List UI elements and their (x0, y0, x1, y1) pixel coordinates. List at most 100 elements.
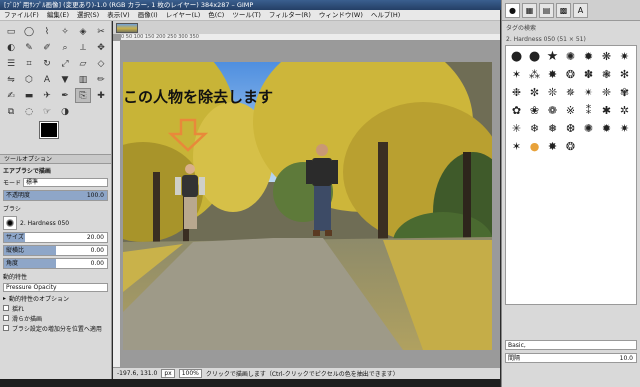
tab-tool-options[interactable]: ツールオプション (0, 154, 111, 164)
scale-tool-button[interactable]: ⤢ (57, 56, 73, 71)
image-tab-thumbnail[interactable] (116, 22, 138, 33)
smooth-checkbox-box[interactable] (3, 315, 9, 321)
ink-tool-button[interactable]: ✒ (57, 88, 73, 103)
rotate-tool-button[interactable]: ↻ (39, 56, 55, 71)
menu-item[interactable]: ファイル(F) (4, 10, 39, 20)
jitter-checkbox-box[interactable] (3, 305, 9, 311)
brush-preset[interactable]: ● (508, 48, 525, 65)
ellipse-select-tool-button[interactable]: ◯ (21, 24, 37, 39)
brush-preset[interactable]: ✾ (616, 84, 633, 101)
smooth-checkbox[interactable]: 滑らか描画 (0, 313, 111, 323)
angle-slider[interactable]: 角度 0.00 (3, 258, 108, 269)
shear-tool-button[interactable]: ▱ (75, 56, 91, 71)
tab-patterns[interactable]: ▦ (522, 2, 537, 18)
brush-preset[interactable]: ✹ (598, 120, 615, 137)
color-select-tool-button[interactable]: ◈ (75, 24, 91, 39)
incremental-checkbox-box[interactable] (3, 325, 9, 331)
jitter-checkbox[interactable]: 揺れ (0, 303, 111, 313)
cage-tool-button[interactable]: ⬡ (21, 72, 37, 87)
brush-preset[interactable]: ❁ (544, 102, 561, 119)
mode-select[interactable]: 標準 (23, 178, 108, 187)
brush-preset[interactable]: ❉ (508, 84, 525, 101)
foreground-select-tool-button[interactable]: ◐ (3, 40, 19, 55)
brush-preset[interactable]: ❅ (544, 120, 561, 137)
dynamics-select[interactable]: Pressure Opacity (3, 283, 108, 292)
brush-preset[interactable]: ✸ (544, 138, 561, 155)
brush-preset[interactable]: ❄ (526, 120, 543, 137)
eraser-tool-button[interactable]: ▬ (21, 88, 37, 103)
tab-gradients[interactable]: ▤ (539, 2, 554, 18)
tab-fonts[interactable]: A (573, 2, 588, 18)
flip-tool-button[interactable]: ⇋ (3, 72, 19, 87)
perspective-clone-tool-button[interactable]: ⧉ (3, 104, 19, 119)
brush-preset[interactable]: ✶ (508, 66, 525, 83)
unit-select[interactable]: px (161, 369, 175, 378)
perspective-tool-button[interactable]: ◇ (93, 56, 109, 71)
menu-item[interactable]: レイヤー(L) (166, 10, 201, 20)
move-tool-button[interactable]: ✥ (93, 40, 109, 55)
menu-item[interactable]: ウィンドウ(W) (319, 10, 363, 20)
brush-preset[interactable]: ✻ (616, 66, 633, 83)
brush-preset[interactable]: ★ (544, 48, 561, 65)
brush-preset[interactable]: ⁂ (526, 66, 543, 83)
tag-search-field[interactable]: タグの検索 (502, 21, 640, 34)
menu-item[interactable]: 選択(S) (77, 10, 99, 20)
measure-tool-button[interactable]: ⟂ (75, 40, 91, 55)
dodge-tool-button[interactable]: ◑ (57, 104, 73, 119)
foreground-color-swatch[interactable] (39, 121, 59, 139)
heal-tool-button[interactable]: ✚ (93, 88, 109, 103)
horizontal-ruler[interactable]: 0 50 100 150 200 250 300 350 (121, 34, 500, 41)
menu-item[interactable]: 表示(V) (107, 10, 130, 20)
menu-item[interactable]: 画像(I) (138, 10, 158, 20)
airbrush-tool-button[interactable]: ✈ (39, 88, 55, 103)
spacing-slider[interactable]: 間隔 10.0 (505, 353, 637, 363)
pencil-tool-button[interactable]: ✏ (93, 72, 109, 87)
bucket-fill-tool-button[interactable]: ▼ (57, 72, 73, 87)
crop-tool-button[interactable]: ⌗ (21, 56, 37, 71)
blend-tool-button[interactable]: ▥ (75, 72, 91, 87)
brush-preset[interactable]: ✹ (580, 48, 597, 65)
free-select-tool-button[interactable]: ⌇ (39, 24, 55, 39)
brush-preset[interactable]: ❆ (562, 120, 579, 137)
brush-preset[interactable]: ❋ (598, 48, 615, 65)
brush-preset[interactable]: ❃ (598, 66, 615, 83)
brush-preview[interactable] (3, 216, 17, 230)
size-slider[interactable]: サイズ 20.00 (3, 232, 108, 243)
aspect-slider[interactable]: 縦横比 0.00 (3, 245, 108, 256)
canvas-image[interactable]: この人物を除去します (123, 62, 492, 350)
align-tool-button[interactable]: ☰ (3, 56, 19, 71)
color-picker-tool-button[interactable]: ✐ (39, 40, 55, 55)
brush-preset[interactable]: ⁑ (580, 102, 597, 119)
scissors-tool-button[interactable]: ✂ (93, 24, 109, 39)
fuzzy-select-tool-button[interactable]: ✧ (57, 24, 73, 39)
brush-preset[interactable]: ✶ (508, 138, 525, 155)
brush-preset[interactable]: ❂ (562, 66, 579, 83)
brush-preset[interactable]: ✽ (580, 66, 597, 83)
brush-preset[interactable]: ✷ (616, 48, 633, 65)
blur-tool-button[interactable]: ◌ (21, 104, 37, 119)
zoom-select[interactable]: 100% (178, 369, 202, 378)
brush-preset[interactable]: ✴ (580, 84, 597, 101)
rect-select-tool-button[interactable]: ▭ (3, 24, 19, 39)
vertical-ruler[interactable] (113, 41, 121, 367)
brush-preset[interactable]: ● (526, 138, 543, 155)
menu-item[interactable]: フィルター(R) (269, 10, 311, 20)
paintbrush-tool-button[interactable]: ✍ (3, 88, 19, 103)
brush-preset[interactable]: ✸ (544, 66, 561, 83)
zoom-tool-button[interactable]: ⌕ (57, 40, 73, 55)
opacity-slider[interactable]: 不透明度 100.0 (3, 190, 108, 201)
brush-preset[interactable]: ❀ (526, 102, 543, 119)
brush-preset[interactable]: ✷ (616, 120, 633, 137)
menu-item[interactable]: 編集(E) (47, 10, 69, 20)
menu-item[interactable]: ヘルプ(H) (371, 10, 400, 20)
clone-tool-button[interactable]: ⎘ (75, 88, 91, 103)
brush-preset[interactable]: ❂ (562, 138, 579, 155)
tab-palettes[interactable]: ▩ (556, 2, 571, 18)
menu-item[interactable]: ツール(T) (232, 10, 261, 20)
brush-preset[interactable]: ✳ (508, 120, 525, 137)
brush-preset[interactable]: ✺ (562, 48, 579, 65)
brush-preset[interactable]: ● (526, 48, 543, 65)
smudge-tool-button[interactable]: ☞ (39, 104, 55, 119)
brush-selector[interactable]: 2. Hardness 050 (3, 216, 108, 230)
brush-preset[interactable]: ❊ (544, 84, 561, 101)
